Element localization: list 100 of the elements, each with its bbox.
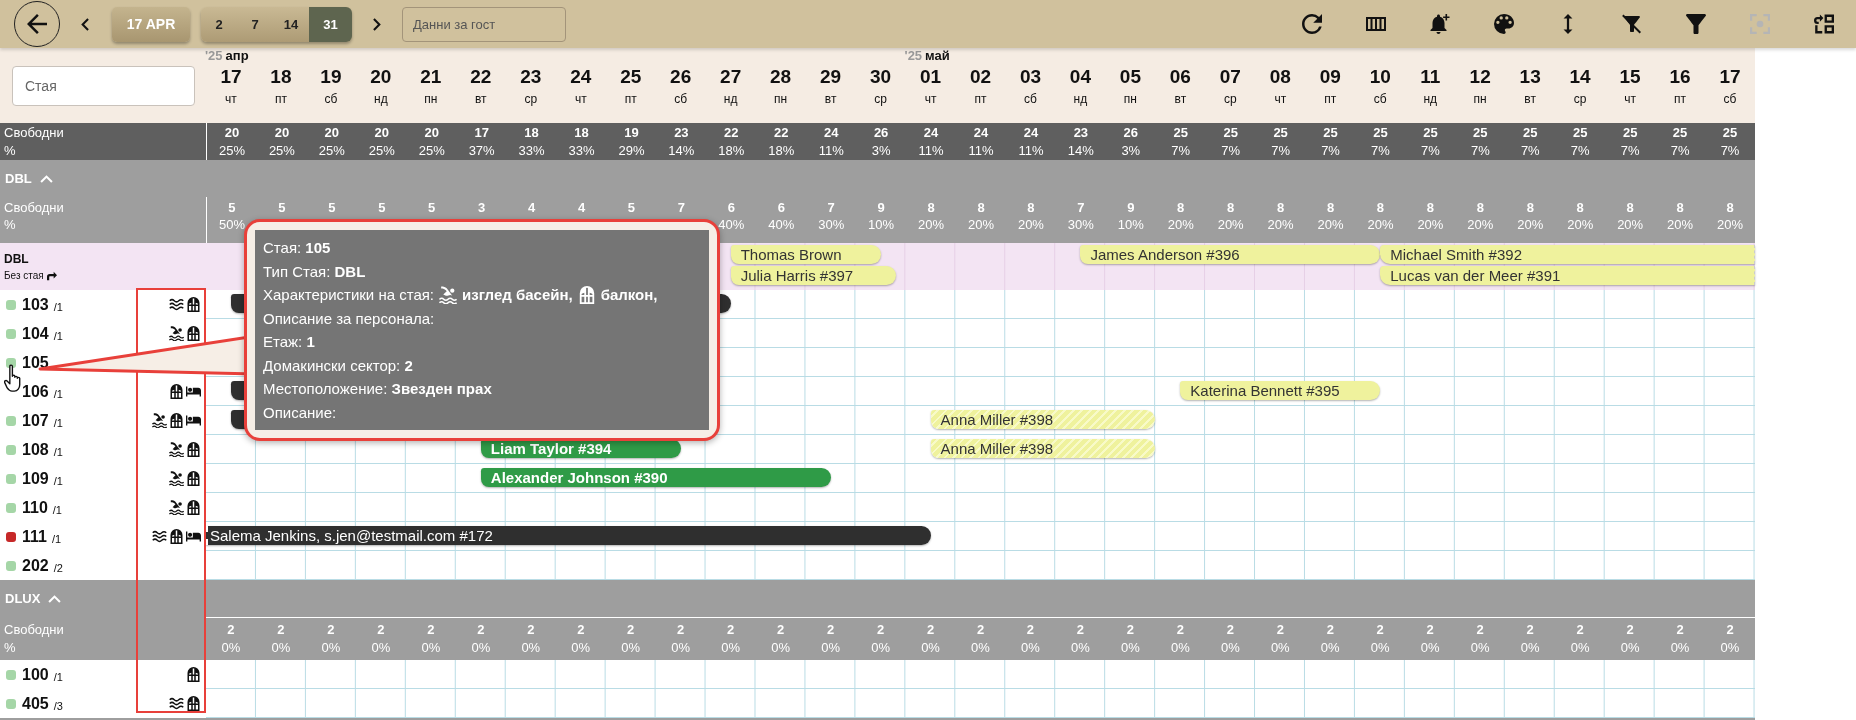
free-count: 26 [1123,123,1139,142]
free-count: 2 [577,621,585,639]
free-percent: 0% [1370,639,1390,657]
weekday-label: пт [1674,91,1687,107]
arched-door-icon [186,471,201,486]
range-option[interactable]: 7 [237,6,273,42]
arrow-into-box-icon [1814,14,1834,34]
free-percent: 7% [1271,141,1290,160]
free-percent: 50% [218,216,245,233]
filter-icon [1686,14,1706,34]
unassigned-label: Без стая [4,268,44,283]
booking-bar[interactable]: Anna Miller #398 [930,439,1156,458]
free-percent: 0% [821,639,840,657]
arched-door-icon [186,442,201,457]
free-percent: 11% [818,141,844,160]
range-option[interactable]: 31 [309,6,352,42]
swimmer-icon [169,326,184,341]
year-label: '25 [205,48,223,63]
free-count: 2 [327,621,335,639]
free-count: 25 [1672,123,1688,142]
booking-bar[interactable]: Julia Harris #397 [730,266,896,285]
free-percent: 20% [1267,216,1294,233]
room-number: 106 [22,382,49,401]
booking-bar[interactable]: Alexander Johnson #390 [480,468,831,487]
tooltip-line: Местоположение: Звезден прах [263,379,493,399]
day-number: 13 [1519,65,1541,89]
tooltip-line: Домакински сектор: 2 [263,355,414,376]
free-percent: 0% [1470,639,1490,657]
booking-bar[interactable]: Anna Miller #398 [930,410,1156,429]
booking-bar[interactable]: Michael Smith #392 [1380,245,1755,264]
guest-search-field[interactable]: Данни за гост [402,6,566,42]
free-percent: 20% [1017,216,1044,233]
weekday-label: пн [774,91,788,107]
free-percent: 0% [621,639,641,657]
group-name: DBL [5,171,32,186]
swimmer-icon [169,471,184,486]
free-count: 8 [1526,199,1534,216]
free-count: 2 [1476,621,1484,639]
free-count: 2 [477,621,485,639]
booking-bar[interactable]: James Anderson #396 [1080,245,1381,264]
free-count: 2 [876,621,885,639]
booking-bar[interactable]: Salema Jenkins, s.jen@testmail.com #172 [206,526,931,545]
free-count: 7 [1077,199,1085,216]
free-percent: 18% [768,141,795,160]
free-percent: 40% [718,216,745,233]
free-percent: 7% [1470,141,1490,160]
columns-icon [1366,14,1386,34]
bed-icon [186,413,201,428]
arched-door-icon [577,285,596,304]
free-count: 2 [1026,621,1035,639]
free-count: 18 [574,123,589,142]
swimmer-icon [169,442,184,457]
free-percent: 0% [321,639,341,657]
floor-label: /1 [53,300,63,313]
free-count: 8 [1277,199,1285,216]
feature-text: балкон, [600,285,658,305]
booking-bar[interactable]: Thomas Brown [730,245,881,264]
refresh-icon [1302,14,1322,34]
bed-icon [186,384,201,399]
free-percent: 0% [971,639,990,657]
arched-door-icon [169,384,184,399]
day-number: 22 [470,65,492,89]
weekday-label: нд [1423,91,1437,107]
free-percent: 20% [1617,216,1644,233]
free-count: 2 [1176,621,1184,639]
free-percent: 0% [1071,639,1090,657]
free-count: 2 [777,621,785,639]
tooltip-line: Описание за персонала: [263,308,436,329]
free-count: 26 [873,123,889,142]
free-count: 2 [227,621,235,639]
room-search-field[interactable]: Стая [12,65,195,106]
booking-bar[interactable]: Lucas van der Meer #391 [1380,266,1755,285]
booking-bar[interactable]: Katerina Bennett #395 [1180,381,1381,400]
free-count: 2 [1676,621,1684,639]
free-percent: 7% [1321,141,1340,160]
floor-label: /1 [53,329,63,342]
day-number: 11 [1420,65,1441,89]
day-number: 19 [320,65,342,89]
weekday-label: пн [424,91,438,107]
free-percent: 11% [968,141,994,160]
range-option[interactable]: 2 [201,6,237,42]
free-count: 2 [1526,621,1534,639]
free-count: 18 [524,123,539,142]
free-count: 5 [627,199,636,216]
free-count: 4 [577,199,586,216]
free-percent: 20% [1467,216,1494,233]
range-option[interactable]: 14 [273,6,309,42]
turn-arrow-icon [46,270,57,281]
arched-door-icon [186,297,201,312]
focus-icon [1750,14,1770,34]
free-count: 5 [378,199,386,216]
free-count: 25 [1573,123,1588,142]
swimmer-icon [169,500,184,515]
room-number: 104 [22,324,49,343]
weekday-label: вт [1174,91,1187,107]
free-percent: 20% [1517,216,1544,233]
day-number: 06 [1169,65,1191,89]
free-count: 7 [827,199,835,216]
free-percent: 0% [521,639,541,657]
free-percent: 7% [1670,141,1690,160]
